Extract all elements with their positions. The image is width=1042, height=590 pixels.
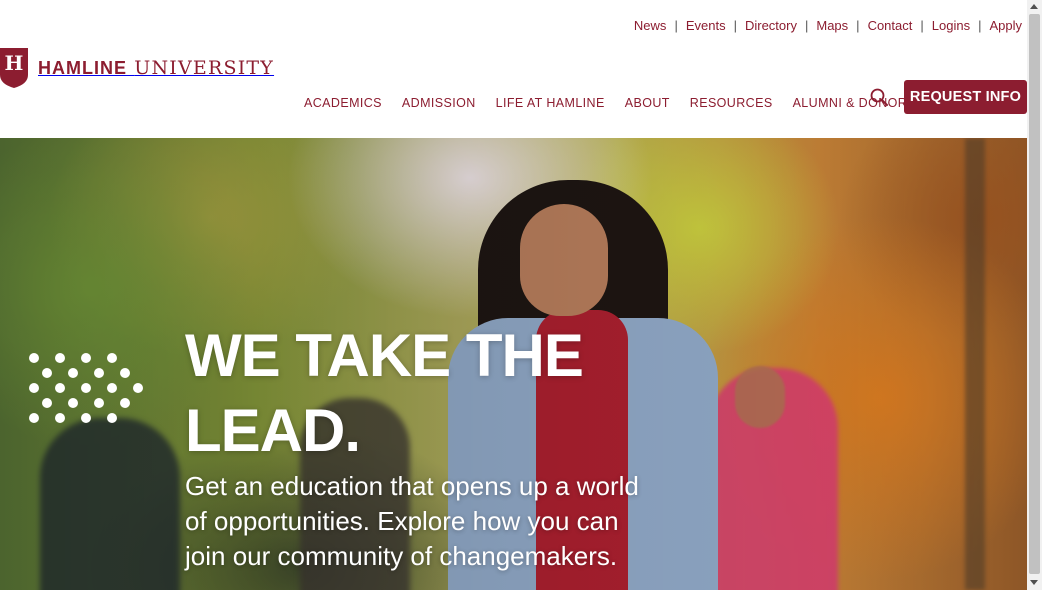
utility-link-contact[interactable]: Contact bbox=[868, 18, 913, 33]
hero-subtext: Get an education that opens up a world o… bbox=[185, 471, 639, 571]
page-scrollbar[interactable] bbox=[1027, 0, 1042, 590]
utility-item-news[interactable]: News bbox=[634, 18, 667, 33]
hamline-logo[interactable]: H HAMLINE UNIVERSITY bbox=[0, 48, 274, 88]
utility-item-directory[interactable]: Directory bbox=[745, 18, 797, 33]
utility-item-events[interactable]: Events bbox=[686, 18, 726, 33]
utility-link-maps[interactable]: Maps bbox=[816, 18, 848, 33]
hero-banner: WE TAKE THE LEAD. Get an education that … bbox=[0, 138, 1027, 590]
utility-item-maps[interactable]: Maps bbox=[816, 18, 848, 33]
logo-name-rest: UNIVERSITY bbox=[134, 57, 275, 79]
nav-item-alumni-donors[interactable]: ALUMNI & DONORS bbox=[793, 96, 916, 110]
utility-link-apply[interactable]: Apply bbox=[989, 18, 1022, 33]
utility-separator: | bbox=[856, 18, 860, 33]
utility-item-logins[interactable]: Logins bbox=[932, 18, 970, 33]
utility-separator: | bbox=[674, 18, 678, 33]
utility-separator: | bbox=[733, 18, 737, 33]
logo-name-bold: HAMLINE bbox=[38, 58, 127, 78]
nav-item-resources[interactable]: RESOURCES bbox=[690, 96, 773, 110]
utility-link-directory[interactable]: Directory bbox=[745, 18, 797, 33]
utility-link-news[interactable]: News bbox=[634, 18, 667, 33]
hero-headline-line2: LEAD. bbox=[185, 397, 361, 464]
logo-letter: H bbox=[5, 51, 24, 75]
scroll-down-icon[interactable] bbox=[1030, 580, 1038, 585]
nav-item-life-at-hamline[interactable]: LIFE AT HAMLINE bbox=[496, 96, 605, 110]
utility-item-contact[interactable]: Contact bbox=[868, 18, 913, 33]
nav-item-about[interactable]: ABOUT bbox=[625, 96, 670, 110]
hamline-shield-icon: H bbox=[0, 48, 28, 88]
scrollbar-thumb[interactable] bbox=[1029, 14, 1040, 574]
utility-nav: News | Events | Directory | Maps | Conta… bbox=[634, 18, 1022, 33]
main-nav: ACADEMICS ADMISSION LIFE AT HAMLINE ABOU… bbox=[304, 96, 936, 110]
hero-headline: WE TAKE THE LEAD. bbox=[185, 318, 615, 468]
hero-headline-line1: WE TAKE THE bbox=[185, 322, 584, 389]
utility-separator: | bbox=[920, 18, 924, 33]
nav-item-admission[interactable]: ADMISSION bbox=[402, 96, 476, 110]
dot-pattern-icon bbox=[29, 353, 143, 423]
utility-item-apply[interactable]: Apply bbox=[989, 18, 1022, 33]
nav-item-academics[interactable]: ACADEMICS bbox=[304, 96, 382, 110]
search-icon[interactable] bbox=[870, 88, 888, 106]
utility-link-events[interactable]: Events bbox=[686, 18, 726, 33]
scroll-up-icon[interactable] bbox=[1030, 4, 1038, 9]
utility-link-logins[interactable]: Logins bbox=[932, 18, 970, 33]
request-info-button[interactable]: REQUEST INFO bbox=[904, 80, 1027, 114]
utility-separator: | bbox=[978, 18, 982, 33]
utility-separator: | bbox=[804, 18, 809, 33]
logo-wordmark: HAMLINE UNIVERSITY bbox=[38, 57, 274, 79]
